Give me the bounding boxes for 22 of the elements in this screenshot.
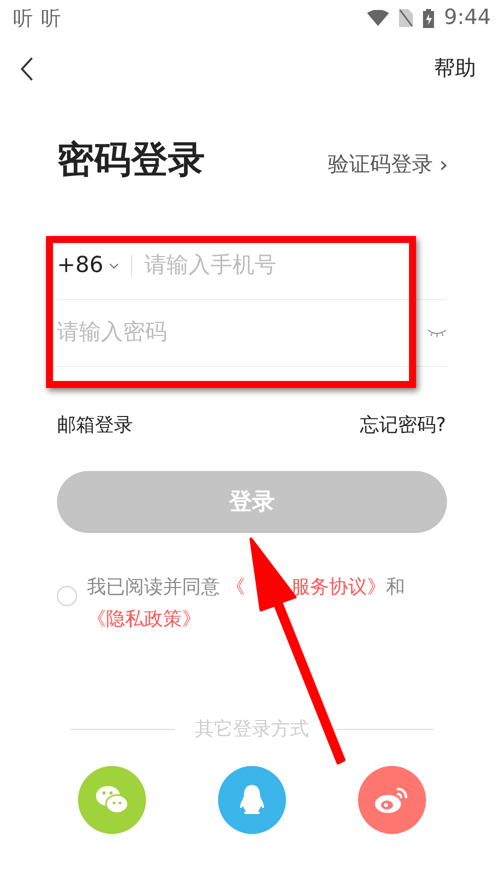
app-name: 听 xyxy=(41,5,61,32)
country-code[interactable]: +86 xyxy=(57,249,104,282)
agree-checkbox[interactable] xyxy=(57,586,77,606)
back-icon[interactable] xyxy=(20,57,34,81)
no-sim-icon xyxy=(398,9,413,27)
battery-icon xyxy=(422,8,434,28)
email-login-link[interactable]: 邮箱登录 xyxy=(57,410,133,439)
app-name: 听 xyxy=(13,5,33,32)
agreement-text: 我已阅读并同意 《 服务协议》和 《隐私政策》 xyxy=(87,575,406,632)
penguin-icon xyxy=(238,784,266,816)
forgot-password-link[interactable]: 忘记密码? xyxy=(360,410,446,439)
eye-closed-icon[interactable] xyxy=(427,328,447,338)
wifi-icon xyxy=(366,10,389,26)
chevron-down-icon[interactable] xyxy=(109,262,120,268)
chevron-right: › xyxy=(439,152,448,180)
clock: 9:44 xyxy=(444,4,491,32)
password-field[interactable]: 请输入密码 xyxy=(57,316,427,349)
page-title: 密码登录 xyxy=(57,137,205,183)
sms-login-link[interactable]: 验证码登录 xyxy=(328,149,434,181)
help-link[interactable]: 帮助 xyxy=(434,53,476,85)
phone-field[interactable]: 请输入手机号 xyxy=(144,249,447,282)
chat-bubbles-icon xyxy=(95,784,129,814)
